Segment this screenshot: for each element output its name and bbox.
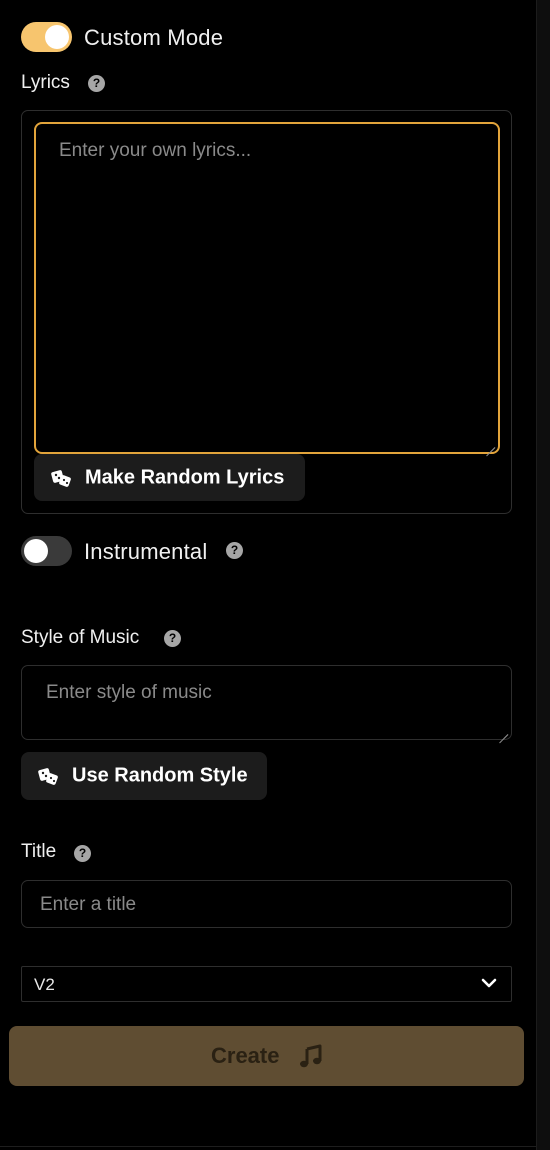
title-label: Title — [21, 841, 57, 862]
instrumental-toggle[interactable] — [21, 536, 72, 566]
style-help-icon[interactable]: ? — [164, 630, 181, 647]
style-textarea[interactable]: Enter style of music — [21, 665, 512, 740]
model-version-value: V2 — [34, 975, 55, 994]
music-note-icon — [300, 1044, 322, 1068]
lyrics-textarea[interactable]: Enter your own lyrics... — [34, 122, 500, 454]
create-button[interactable]: Create — [9, 1026, 524, 1086]
dice-icon — [38, 768, 58, 785]
resize-grip-icon[interactable] — [498, 726, 508, 736]
chevron-down-icon — [481, 978, 497, 988]
toggle-knob — [24, 539, 48, 563]
instrumental-help-icon[interactable]: ? — [226, 542, 243, 559]
title-input[interactable]: Enter a title — [21, 880, 512, 928]
instrumental-label: Instrumental — [84, 539, 208, 564]
style-label: Style of Music — [21, 627, 140, 648]
model-version-select[interactable]: V2 — [21, 966, 512, 1002]
custom-mode-toggle[interactable] — [21, 22, 72, 52]
custom-mode-label: Custom Mode — [84, 25, 224, 50]
scrollbar[interactable] — [536, 0, 550, 1150]
title-placeholder: Enter a title — [40, 894, 137, 915]
divider — [0, 1146, 536, 1147]
lyrics-label: Lyrics — [21, 72, 70, 93]
make-random-lyrics-label: Make Random Lyrics — [85, 466, 285, 488]
use-random-style-label: Use Random Style — [72, 764, 248, 787]
use-random-style-button[interactable]: Use Random Style — [21, 752, 267, 800]
resize-grip-icon[interactable] — [485, 439, 495, 449]
lyrics-placeholder: Enter your own lyrics... — [59, 140, 252, 161]
dice-icon — [51, 469, 71, 487]
toggle-knob — [45, 25, 69, 49]
make-random-lyrics-button[interactable]: Make Random Lyrics — [34, 454, 305, 501]
style-placeholder: Enter style of music — [46, 682, 212, 703]
title-help-icon[interactable]: ? — [74, 845, 91, 862]
create-panel: Custom Mode Lyrics ? Enter your own lyri… — [0, 0, 536, 1150]
create-button-label: Create — [211, 1043, 280, 1068]
lyrics-help-icon[interactable]: ? — [88, 75, 105, 92]
